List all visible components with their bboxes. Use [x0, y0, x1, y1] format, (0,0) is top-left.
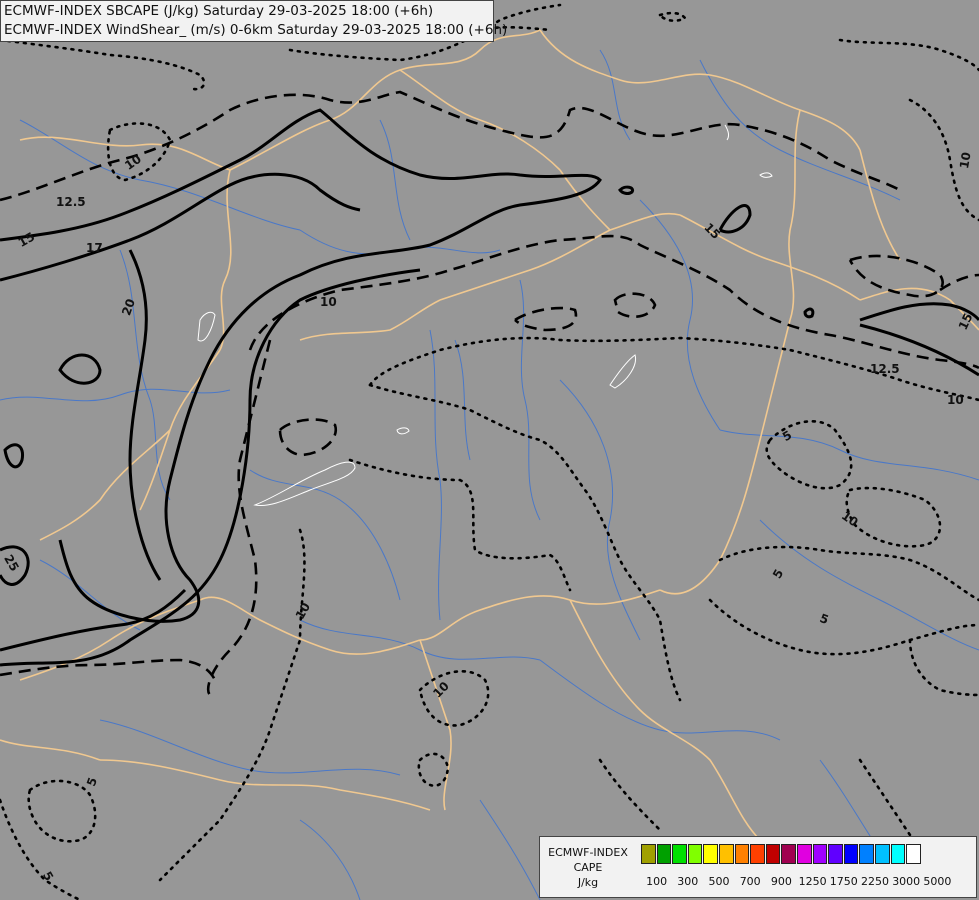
legend-swatch [828, 844, 843, 864]
legend-swatch [641, 844, 656, 864]
legend-tick: 500 [708, 875, 730, 888]
color-legend: ECMWF-INDEX CAPE J/kg 100 300 500 700 900 125… [539, 836, 977, 898]
legend-swatch [718, 844, 734, 864]
contour-label: 10 [320, 295, 337, 309]
legend-swatch [796, 844, 812, 864]
legend-swatch [750, 844, 765, 864]
contour-label: 17 [86, 241, 103, 255]
map-title-line-1: ECMWF-INDEX SBCAPE (J/kg) Saturday 29-03… [4, 3, 434, 19]
legend-swatch [859, 844, 874, 864]
legend-swatches [641, 844, 922, 864]
legend-tick: 3000 [892, 875, 921, 888]
legend-tick: 5000 [923, 875, 952, 888]
legend-swatch [843, 844, 859, 864]
legend-tick: 900 [770, 875, 792, 888]
legend-swatch [874, 844, 890, 864]
contour-label: 10 [957, 151, 974, 170]
legend-tick: 2250 [861, 875, 889, 888]
legend-ticks: 100 300 500 700 900 1250 1750 2250 3000 5000 [641, 875, 971, 891]
legend-unit: J/kg [577, 876, 599, 889]
contour-label: 12.5 [870, 362, 900, 376]
legend-tick: 1750 [829, 875, 858, 888]
legend-swatch [656, 844, 672, 864]
legend-swatch [906, 844, 921, 864]
legend-tick: 100 [646, 875, 668, 888]
legend-swatch [734, 844, 750, 864]
legend-swatch [672, 844, 687, 864]
map-title-line-2: ECMWF-INDEX WindShear_ (m/s) 0-6km Satur… [4, 22, 508, 38]
legend-swatch [703, 844, 718, 864]
legend-swatch [812, 844, 828, 864]
legend-swatch [890, 844, 906, 864]
legend-tick: 1250 [798, 875, 827, 888]
legend-caption: ECMWF-INDEX CAPE J/kg [542, 845, 634, 890]
weather-map: 10 12.5 15 17 20 10 15 10 12.5 10 15 5 1… [0, 0, 979, 900]
map-title-box: ECMWF-INDEX SBCAPE (J/kg) Saturday 29-03… [0, 0, 508, 42]
contour-label: 10 [947, 393, 964, 407]
legend-tick: 300 [677, 875, 699, 888]
legend-tick: 700 [739, 875, 761, 888]
legend-swatch [687, 844, 703, 864]
legend-swatch [765, 844, 781, 864]
legend-variable: CAPE [573, 861, 603, 874]
contour-label: 12.5 [56, 195, 86, 209]
legend-source: ECMWF-INDEX [548, 846, 628, 859]
legend-swatch [781, 844, 796, 864]
